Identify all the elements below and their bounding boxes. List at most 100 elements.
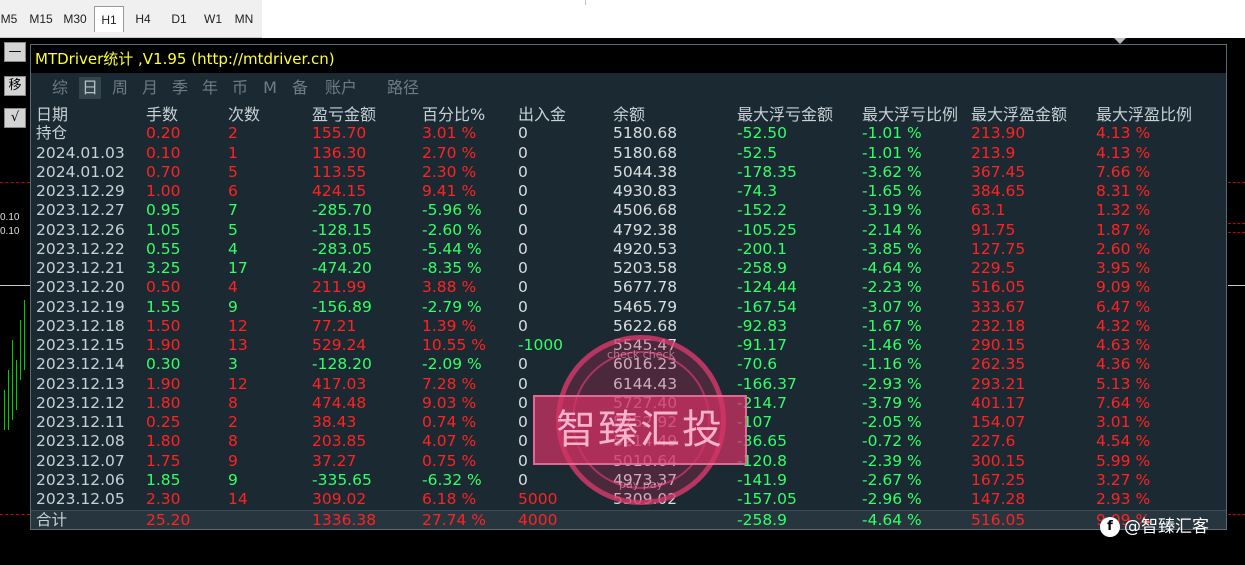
table-cell: 2023.12.13	[36, 374, 125, 393]
tab-6[interactable]: 币	[229, 77, 251, 99]
tab-7[interactable]: M	[259, 77, 281, 99]
table-row[interactable]: 2023.12.22 0.55 4 -283.05 -5.44 % 0 4920.53 -20…	[31, 240, 1226, 259]
check-button[interactable]: √	[4, 108, 26, 128]
tab-8[interactable]: 备	[289, 77, 311, 99]
table-cell: 0.75 %	[422, 451, 477, 470]
column-header: 余额	[613, 105, 646, 124]
table-cell: 0	[518, 413, 528, 431]
timeframe-m5-button[interactable]: M5	[0, 6, 20, 32]
chart-divider	[1228, 285, 1245, 286]
table-cell: 5	[228, 220, 238, 239]
table-cell: 155.70	[312, 124, 367, 143]
table-cell: -2.96 %	[862, 490, 922, 508]
table-row[interactable]: 2023.12.27 0.95 7 -285.70 -5.96 % 0 4506.68 -15…	[31, 201, 1226, 220]
timeframe-d1-button[interactable]: D1	[164, 6, 194, 32]
timeframe-h4-button[interactable]: H4	[128, 6, 158, 32]
table-cell: 9.03 %	[422, 393, 477, 412]
table-cell: 229.5	[971, 259, 1016, 277]
table-row[interactable]: 2024.01.03 0.10 1 136.30 2.70 % 0 5180.68 -52.5…	[31, 144, 1226, 163]
table-cell: 0	[518, 182, 528, 200]
table-cell: -258.9	[737, 259, 787, 277]
table-cell: 1	[228, 143, 238, 162]
table-cell: 401.17	[971, 393, 1026, 412]
table-cell: 2024.01.03	[36, 143, 125, 162]
table-cell: 14	[228, 490, 248, 508]
table-cell: 4.54 %	[1096, 432, 1151, 451]
table-row[interactable]: 持仓 0.20 2 155.70 3.01 % 0 5180.68 -52.50 -1.01 %…	[31, 124, 1226, 143]
table-cell: 0.30	[146, 355, 181, 374]
table-cell: 154.07	[971, 413, 1026, 431]
table-header: 日期 手数 次数 盈亏金额 百分比% 出入金 余额 最大浮亏金额 最大浮亏比例 最大浮盈金额 最大浮…	[31, 105, 1226, 124]
timeframe-mn-button[interactable]: MN	[230, 6, 258, 32]
table-cell: -1.01 %	[862, 143, 922, 162]
table-cell: 2	[228, 124, 238, 143]
level-line	[1228, 182, 1245, 183]
table-cell: 1.39 %	[422, 316, 477, 335]
tab-9[interactable]: 账户	[319, 77, 363, 99]
table-cell: -474.20	[312, 259, 372, 277]
watermark-text: 智臻汇投	[556, 407, 724, 453]
table-row[interactable]: 2023.12.18 1.50 12 77.21 1.39 % 0 5622.68 -92.8…	[31, 317, 1226, 336]
table-cell: 8	[228, 432, 238, 451]
table-row[interactable]: 2023.12.29 1.00 6 424.15 9.41 % 0 4930.83 -74.3…	[31, 182, 1226, 201]
tab-0[interactable]: 综	[49, 77, 71, 99]
table-cell: 2023.12.20	[36, 278, 125, 297]
table-cell: 0.50	[146, 278, 181, 297]
table-cell: 474.48	[312, 393, 367, 412]
timeframe-m30-button[interactable]: M30	[60, 6, 90, 32]
table-cell: 0.70	[146, 162, 181, 181]
table-cell: 0	[518, 470, 528, 489]
table-cell: -2.67 %	[862, 470, 922, 489]
table-row[interactable]: 2023.12.21 3.25 17 -474.20 -8.35 % 0 5203.58 -2…	[31, 259, 1226, 278]
chart-divider	[0, 285, 30, 286]
column-header: 盈亏金额	[312, 105, 377, 124]
column-header: 最大浮亏金额	[737, 105, 834, 124]
timeframe-m15-button[interactable]: M15	[26, 6, 56, 32]
table-cell: -1000	[518, 336, 564, 354]
tab-2[interactable]: 周	[109, 77, 131, 99]
timeframe-toolbar: M5 M15 M30 H1 H4 D1 W1 MN	[0, 0, 1245, 38]
tab-10[interactable]: 路径	[381, 77, 425, 99]
table-cell: 211.99	[312, 278, 367, 297]
table-cell: 384.65	[971, 182, 1026, 200]
table-cell: 0	[518, 451, 528, 470]
table-row[interactable]: 2024.01.02 0.70 5 113.55 2.30 % 0 5044.38 -178.…	[31, 163, 1226, 182]
table-cell: 2023.12.29	[36, 182, 125, 200]
table-cell: 5.99 %	[1096, 451, 1151, 470]
table-cell: 2.93 %	[1096, 490, 1151, 508]
tab-1[interactable]: 日	[79, 77, 101, 99]
table-cell: 2023.12.27	[36, 201, 125, 220]
table-cell: -91.17	[737, 336, 787, 354]
table-cell: 424.15	[312, 182, 367, 200]
table-cell: 0.55	[146, 239, 181, 258]
table-cell: -2.79 %	[422, 297, 482, 316]
tab-5[interactable]: 年	[199, 77, 221, 99]
minimize-button[interactable]: —	[4, 42, 26, 62]
table-cell: 2.70 %	[422, 143, 477, 162]
table-cell: 5	[228, 162, 238, 181]
move-button[interactable]: 移	[4, 76, 26, 96]
table-cell: 2024.01.02	[36, 162, 125, 181]
table-cell: 0	[518, 143, 528, 162]
table-row[interactable]: 2023.12.19 1.55 9 -156.89 -2.79 % 0 5465.79 -16…	[31, 298, 1226, 317]
table-cell: 4792.38	[613, 220, 678, 239]
table-cell: 2023.12.11	[36, 413, 125, 431]
table-cell: 2.60 %	[1096, 239, 1151, 258]
brand-tag: f @智臻汇客	[1100, 514, 1209, 540]
table-cell: -4.64 %	[862, 259, 922, 277]
table-row[interactable]: 2023.12.26 1.05 5 -128.15 -2.60 % 0 4792.38 -10…	[31, 221, 1226, 240]
timeframe-h1-button[interactable]: H1	[94, 6, 124, 32]
table-cell: 4.07 %	[422, 432, 477, 451]
table-row[interactable]: 2023.12.20 0.50 4 211.99 3.88 % 0 5677.78 -124.…	[31, 278, 1226, 297]
timeframe-w1-button[interactable]: W1	[198, 6, 228, 32]
table-cell: -200.1	[737, 239, 787, 258]
table-cell: 3.01 %	[422, 124, 477, 143]
toolbar-empty-area	[262, 0, 1245, 38]
tab-3[interactable]: 月	[139, 77, 161, 99]
table-cell: 6	[228, 182, 238, 200]
level-line	[1228, 223, 1245, 224]
tab-4[interactable]: 季	[169, 77, 191, 99]
table-cell: 1.80	[146, 393, 181, 412]
table-cell: 2023.12.06	[36, 470, 125, 489]
table-cell: 0.25	[146, 413, 181, 431]
